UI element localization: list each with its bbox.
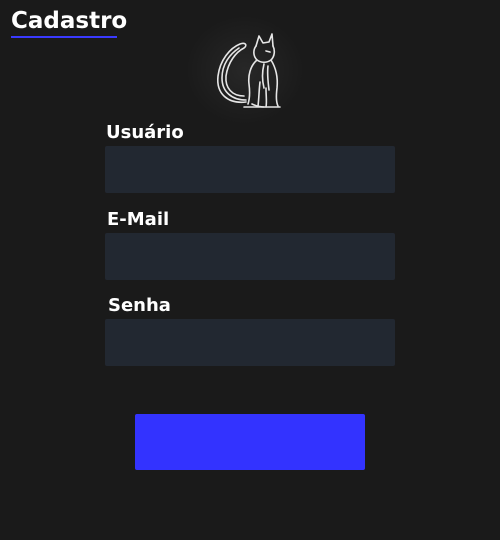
username-input[interactable] [105, 146, 395, 193]
submit-button[interactable] [135, 414, 365, 470]
cat-icon [217, 33, 281, 108]
page-title: Cadastro [11, 8, 128, 34]
email-label: E-Mail [107, 209, 170, 230]
username-label: Usuário [106, 122, 184, 143]
title-underline [11, 36, 117, 38]
password-input[interactable] [105, 319, 395, 366]
password-label: Senha [108, 295, 171, 316]
cat-logo [206, 32, 286, 112]
email-input[interactable] [105, 233, 395, 280]
